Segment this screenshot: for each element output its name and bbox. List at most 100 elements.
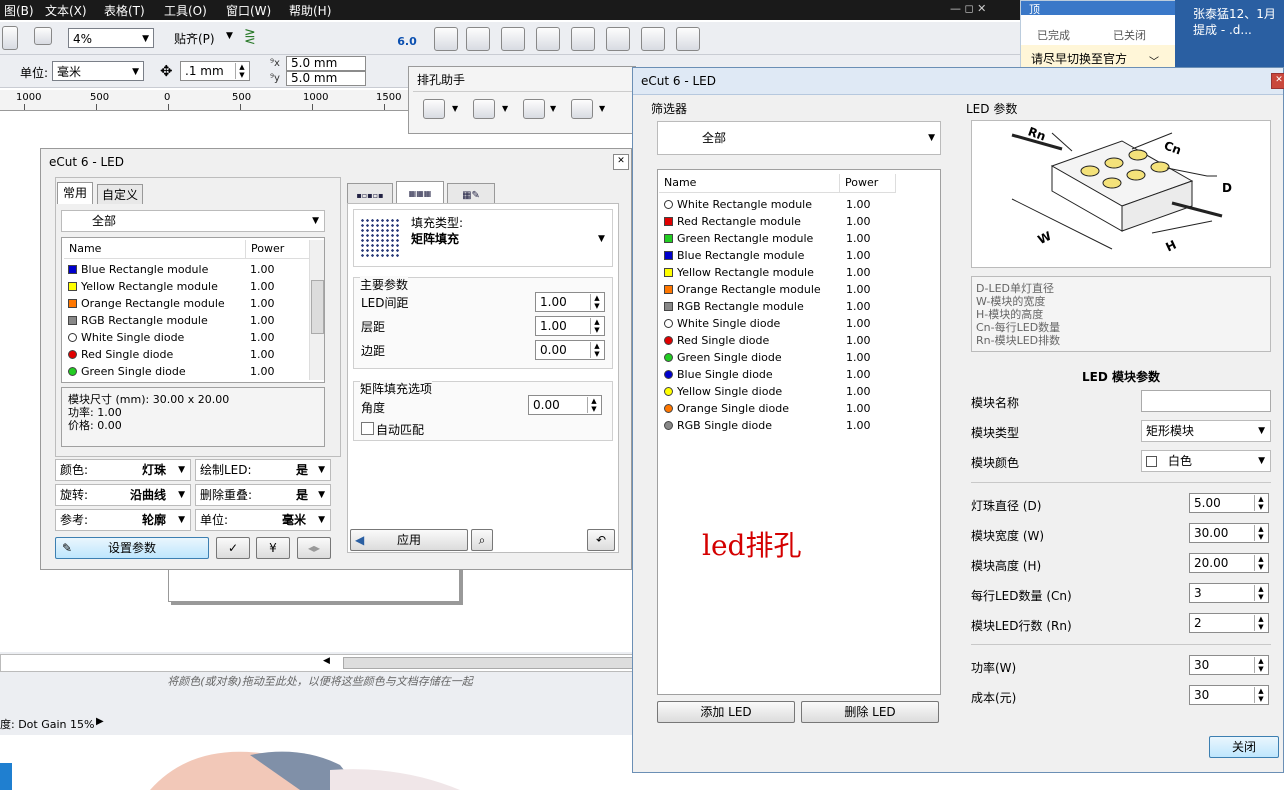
checkmark-button[interactable]: ✓ bbox=[216, 537, 250, 559]
menu-item-window[interactable]: 窗口(W) bbox=[226, 2, 271, 19]
import-icon[interactable] bbox=[2, 26, 18, 50]
per-row-input[interactable]: 3 ▲ ▼ bbox=[1189, 583, 1269, 603]
list-item[interactable]: White Single diode 1.00 bbox=[660, 315, 896, 332]
diameter-input[interactable]: 5.00 ▲ ▼ bbox=[1189, 493, 1269, 513]
margin-input[interactable]: 0.00 ▲ ▼ bbox=[535, 340, 605, 360]
dup-y-input[interactable]: 5.0 mm bbox=[286, 71, 366, 86]
spinner-icon[interactable]: ▲ ▼ bbox=[590, 294, 603, 310]
col-header-power[interactable]: Power bbox=[245, 240, 311, 259]
list-item[interactable]: Green Rectangle module 1.00 bbox=[660, 230, 896, 247]
spinner-icon[interactable]: ▲ ▼ bbox=[590, 342, 603, 358]
add-led-button[interactable]: 添加 LED bbox=[657, 701, 795, 723]
chevron-right-icon[interactable]: ▶ bbox=[96, 716, 104, 727]
angle-input[interactable]: 0.00 ▲ ▼ bbox=[528, 395, 602, 415]
layer-spacing-input[interactable]: 1.00 ▲ ▼ bbox=[535, 316, 605, 336]
spinner-icon[interactable]: ▲ ▼ bbox=[587, 397, 600, 413]
price-button[interactable]: ¥ bbox=[256, 537, 290, 559]
chevron-down-icon[interactable]: ﹀ bbox=[1149, 53, 1159, 68]
chevron-down-icon[interactable]: ▼ bbox=[452, 104, 458, 113]
circle-fill-tool-icon[interactable] bbox=[423, 99, 445, 119]
spinner-icon[interactable]: ▲ ▼ bbox=[1254, 555, 1267, 571]
list-item[interactable]: RGB Rectangle module 1.00 bbox=[660, 298, 896, 315]
chevron-down-icon[interactable]: ▼ bbox=[598, 234, 605, 244]
spinner-icon[interactable]: ▲ ▼ bbox=[1254, 525, 1267, 541]
rotate-option[interactable]: 旋转: 沿曲线 ▼ bbox=[55, 484, 191, 506]
module-type-select[interactable]: 矩形模块 ▼ bbox=[1141, 420, 1271, 442]
done-link[interactable]: 已完成 bbox=[1037, 27, 1070, 43]
close-icon[interactable]: ✕ bbox=[1271, 73, 1284, 89]
remove-overlap-option[interactable]: 删除重叠: 是 ▼ bbox=[195, 484, 331, 506]
list-item[interactable]: Blue Rectangle module 1.00 bbox=[64, 261, 300, 278]
rows-input[interactable]: 2 ▲ ▼ bbox=[1189, 613, 1269, 633]
spinner-icon[interactable]: ▲ ▼ bbox=[1254, 657, 1267, 673]
spinner-icon[interactable]: ▲ ▼ bbox=[235, 63, 248, 79]
copy-tool-icon[interactable] bbox=[473, 99, 495, 119]
list-item[interactable]: Yellow Single diode 1.00 bbox=[660, 383, 896, 400]
list-item[interactable]: White Rectangle module 1.00 bbox=[660, 196, 896, 213]
cost-input[interactable]: 30 ▲ ▼ bbox=[1189, 685, 1269, 705]
small-led-list[interactable]: Name Power Blue Rectangle module 1.00 Yell… bbox=[61, 237, 325, 383]
snap-menu[interactable]: 贴齐(P) bbox=[174, 30, 215, 47]
tab-grid-fill[interactable]: ▦✎ bbox=[447, 183, 495, 203]
spinner-icon[interactable]: ▲ ▼ bbox=[1254, 615, 1267, 631]
tab-custom[interactable]: 自定义 bbox=[97, 184, 143, 204]
col-header-name[interactable]: Name bbox=[659, 174, 844, 193]
list-item[interactable]: Green Single diode 1.00 bbox=[64, 363, 300, 380]
close-button[interactable]: 关闭 bbox=[1209, 736, 1279, 758]
undo-button[interactable]: ↶ bbox=[587, 529, 615, 551]
menu-item-tools[interactable]: 工具(O) bbox=[164, 2, 207, 19]
ecut-logo-icon[interactable]: 6.0 bbox=[397, 26, 417, 50]
menu-item-help[interactable]: 帮助(H) bbox=[289, 2, 331, 19]
delete-led-button[interactable]: 删除 LED bbox=[801, 701, 939, 723]
unit-option[interactable]: 单位: 毫米 ▼ bbox=[195, 509, 331, 531]
horizontal-scrollbar[interactable]: ◀ bbox=[0, 654, 642, 672]
spinner-icon[interactable]: ▲ ▼ bbox=[1254, 687, 1267, 703]
big-filter-select[interactable]: 全部 ▼ bbox=[657, 121, 941, 155]
width-input[interactable]: 30.00 ▲ ▼ bbox=[1189, 523, 1269, 543]
list-item[interactable]: Red Single diode 1.00 bbox=[64, 346, 300, 363]
ecut-tool-icon[interactable] bbox=[536, 27, 560, 51]
list-scrollbar[interactable] bbox=[309, 240, 324, 380]
list-item[interactable]: White Single diode 1.00 bbox=[64, 329, 300, 346]
chevron-down-icon[interactable]: ▼ bbox=[502, 104, 508, 113]
ecut-tool-icon[interactable] bbox=[466, 27, 490, 51]
scroll-thumb[interactable] bbox=[343, 657, 635, 669]
zoom-combo[interactable]: 4% ▼ bbox=[68, 28, 154, 48]
col-header-power[interactable]: Power bbox=[839, 174, 896, 193]
tab-common[interactable]: 常用 bbox=[57, 182, 93, 204]
big-led-list[interactable]: Name Power White Rectangle module 1.00 Red… bbox=[657, 169, 941, 695]
list-item[interactable]: Orange Rectangle module 1.00 bbox=[660, 281, 896, 298]
expand-button[interactable]: ◂▸ bbox=[297, 537, 331, 559]
scroll-thumb[interactable] bbox=[311, 280, 324, 334]
spinner-icon[interactable]: ▲ ▼ bbox=[1254, 495, 1267, 511]
ecut-tool-icon[interactable] bbox=[606, 27, 630, 51]
view-icon[interactable] bbox=[34, 27, 52, 45]
ecut-tool-icon[interactable] bbox=[641, 27, 665, 51]
module-name-input[interactable] bbox=[1141, 390, 1271, 412]
module-color-select[interactable]: 白色 ▼ bbox=[1141, 450, 1271, 472]
chevron-down-icon[interactable]: ▼ bbox=[550, 104, 556, 113]
closed-link[interactable]: 已关闭 bbox=[1113, 27, 1146, 43]
dup-x-input[interactable]: 5.0 mm bbox=[286, 56, 366, 71]
tab-single-fill[interactable]: ▪▫▪▫▪ bbox=[347, 183, 393, 203]
menu-item-table[interactable]: 表格(T) bbox=[104, 2, 145, 19]
nudge-input[interactable]: .1 mm ▲ ▼ bbox=[180, 61, 250, 81]
window-controls[interactable]: — ◻ ✕ bbox=[950, 0, 1020, 20]
measure-tool-icon[interactable] bbox=[523, 99, 545, 119]
ruler-tool-icon[interactable] bbox=[571, 99, 593, 119]
tab-matrix-fill[interactable]: ▦▦▦ bbox=[396, 181, 444, 203]
list-item[interactable]: Yellow Rectangle module 1.00 bbox=[660, 264, 896, 281]
list-item[interactable]: Red Rectangle module 1.00 bbox=[660, 213, 896, 230]
ecut-tool-icon[interactable] bbox=[571, 27, 595, 51]
fill-type-select[interactable]: 填充类型: 矩阵填充 ▼ bbox=[353, 209, 613, 267]
list-item[interactable]: RGB Single diode 1.00 bbox=[660, 417, 896, 434]
col-header-name[interactable]: Name bbox=[64, 240, 249, 259]
close-icon[interactable]: ✕ bbox=[613, 154, 629, 170]
ecut-tool-icon[interactable] bbox=[501, 27, 525, 51]
list-item[interactable]: Orange Single diode 1.00 bbox=[660, 400, 896, 417]
reference-option[interactable]: 参考: 轮廓 ▼ bbox=[55, 509, 191, 531]
led-spacing-input[interactable]: 1.00 ▲ ▼ bbox=[535, 292, 605, 312]
apply-button[interactable]: ◀ 应用 bbox=[350, 529, 468, 551]
auto-match-checkbox[interactable] bbox=[361, 422, 374, 435]
setup-params-button[interactable]: ✎ 设置参数 bbox=[55, 537, 209, 559]
